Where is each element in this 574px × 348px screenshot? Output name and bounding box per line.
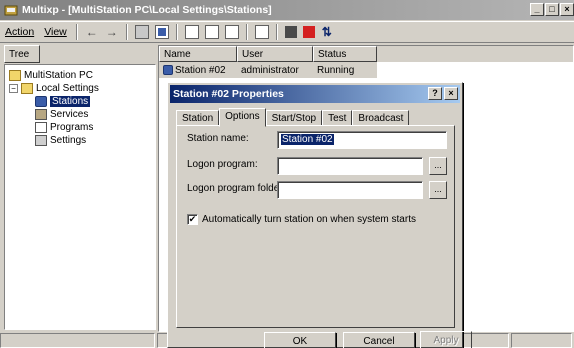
station-name-field[interactable]: Station #02 (277, 131, 447, 149)
column-header-status[interactable]: Status (313, 46, 377, 62)
tree-header[interactable]: Tree (4, 45, 40, 63)
station-name-label: Station name: (187, 133, 249, 144)
tree-node-stations-label: Stations (50, 96, 91, 107)
toolbar-separator (125, 24, 128, 40)
station-icon (35, 96, 47, 107)
tree-node-settings[interactable]: Settings (35, 135, 86, 146)
tab-start-stop[interactable]: Start/Stop (265, 110, 323, 126)
programs-icon (35, 122, 47, 133)
tree-node-local-settings[interactable]: − Local Settings (9, 83, 99, 94)
logon-program-label: Logon program: (187, 159, 258, 170)
app-icon (4, 5, 18, 16)
list-column-headers: Name User Status (159, 46, 573, 62)
folder-icon (21, 83, 33, 94)
toolbar: Action View ← → ⇅ (0, 21, 574, 43)
dialog-title-buttons: ? × (428, 87, 458, 100)
cancel-button[interactable]: Cancel (343, 332, 415, 348)
tree-node-services-label: Services (50, 109, 89, 120)
tree-node-programs-label: Programs (50, 122, 94, 133)
services-icon (35, 109, 47, 120)
refresh-icon[interactable] (204, 25, 219, 39)
close-button[interactable]: × (560, 3, 574, 16)
station-icon (163, 65, 173, 75)
toolbar-separator (245, 24, 248, 40)
menu-view-label: View (44, 26, 67, 38)
menu-action-label: Action (5, 26, 35, 38)
auto-start-label[interactable]: Automatically turn station on when syste… (202, 214, 416, 225)
logon-program-field[interactable] (277, 157, 423, 175)
maximize-button[interactable]: □ (545, 3, 559, 16)
cell-status: Running (317, 64, 355, 76)
show-tree-icon[interactable] (154, 25, 169, 39)
window-buttons: _ □ × (530, 3, 574, 16)
status-panel (0, 333, 155, 348)
logon-folder-label: Logon program folder: (187, 183, 286, 194)
collapse-icon[interactable]: − (9, 84, 18, 93)
export-list-icon[interactable] (224, 25, 239, 39)
toolbar-separator (275, 24, 278, 40)
help-button[interactable]: ? (428, 87, 442, 100)
tree-node-local-settings-label: Local Settings (36, 83, 99, 94)
settings-icon (35, 135, 47, 146)
status-panel (511, 333, 572, 348)
ok-button[interactable]: OK (264, 332, 336, 348)
dialog-close-button[interactable]: × (444, 87, 458, 100)
auto-start-checkbox[interactable]: ✔ (187, 214, 198, 225)
app-title: Multixp - [MultiStation PC\Local Setting… (22, 4, 272, 16)
help-icon[interactable] (254, 25, 269, 39)
folder-icon (9, 70, 21, 81)
app-titlebar: Multixp - [MultiStation PC\Local Setting… (0, 0, 574, 20)
tree-node-programs[interactable]: Programs (35, 122, 93, 133)
back-icon[interactable]: ← (82, 25, 102, 39)
tree-node-stations[interactable]: Stations (35, 96, 91, 107)
cell-name: Station #02 (159, 65, 237, 76)
logon-folder-browse-button[interactable]: ... (429, 181, 447, 199)
table-row[interactable]: Station #02 administrator Running (159, 62, 377, 78)
tree-node-root-label: MultiStation PC (24, 70, 93, 81)
logon-program-browse-button[interactable]: ... (429, 157, 447, 175)
cell-user: administrator (241, 64, 299, 76)
tab-test[interactable]: Test (322, 110, 353, 126)
tree-pane: Tree MultiStation PC − Local Settings St… (4, 45, 156, 332)
toolbar-separator (75, 24, 78, 40)
tree-node-settings-label: Settings (50, 135, 87, 146)
dialog-titlebar[interactable]: Station #02 Properties ? × (170, 85, 460, 103)
station-name-value: Station #02 (281, 134, 334, 145)
stop-station-icon[interactable] (284, 26, 297, 38)
tab-options[interactable]: Options (219, 108, 266, 127)
logon-folder-field[interactable] (277, 181, 423, 199)
apply-button[interactable]: Apply (420, 331, 472, 348)
tab-station[interactable]: Station (176, 110, 220, 126)
minimize-button[interactable]: _ (530, 3, 544, 16)
properties-dialog: Station #02 Properties ? × Station Optio… (167, 82, 463, 348)
menu-view[interactable]: View (39, 26, 72, 38)
toolbar-separator (175, 24, 178, 40)
column-header-user[interactable]: User (237, 46, 313, 62)
tree-node-services[interactable]: Services (35, 109, 88, 120)
sync-icon[interactable]: ⇅ (318, 25, 336, 39)
tab-broadcast[interactable]: Broadcast (352, 110, 410, 126)
up-folder-icon[interactable] (134, 25, 149, 39)
start-station-icon[interactable] (302, 26, 315, 38)
dialog-title: Station #02 Properties (173, 88, 284, 100)
forward-icon[interactable]: → (102, 25, 122, 39)
tab-panel-options: Station name: Station #02 Logon program:… (176, 125, 455, 328)
column-header-name[interactable]: Name (159, 46, 237, 62)
cell-name-text: Station #02 (175, 64, 226, 76)
properties-icon[interactable] (184, 25, 199, 39)
tree-node-root[interactable]: MultiStation PC (9, 70, 93, 81)
menu-action[interactable]: Action (0, 26, 39, 38)
tree-body: MultiStation PC − Local Settings Station… (4, 64, 156, 330)
